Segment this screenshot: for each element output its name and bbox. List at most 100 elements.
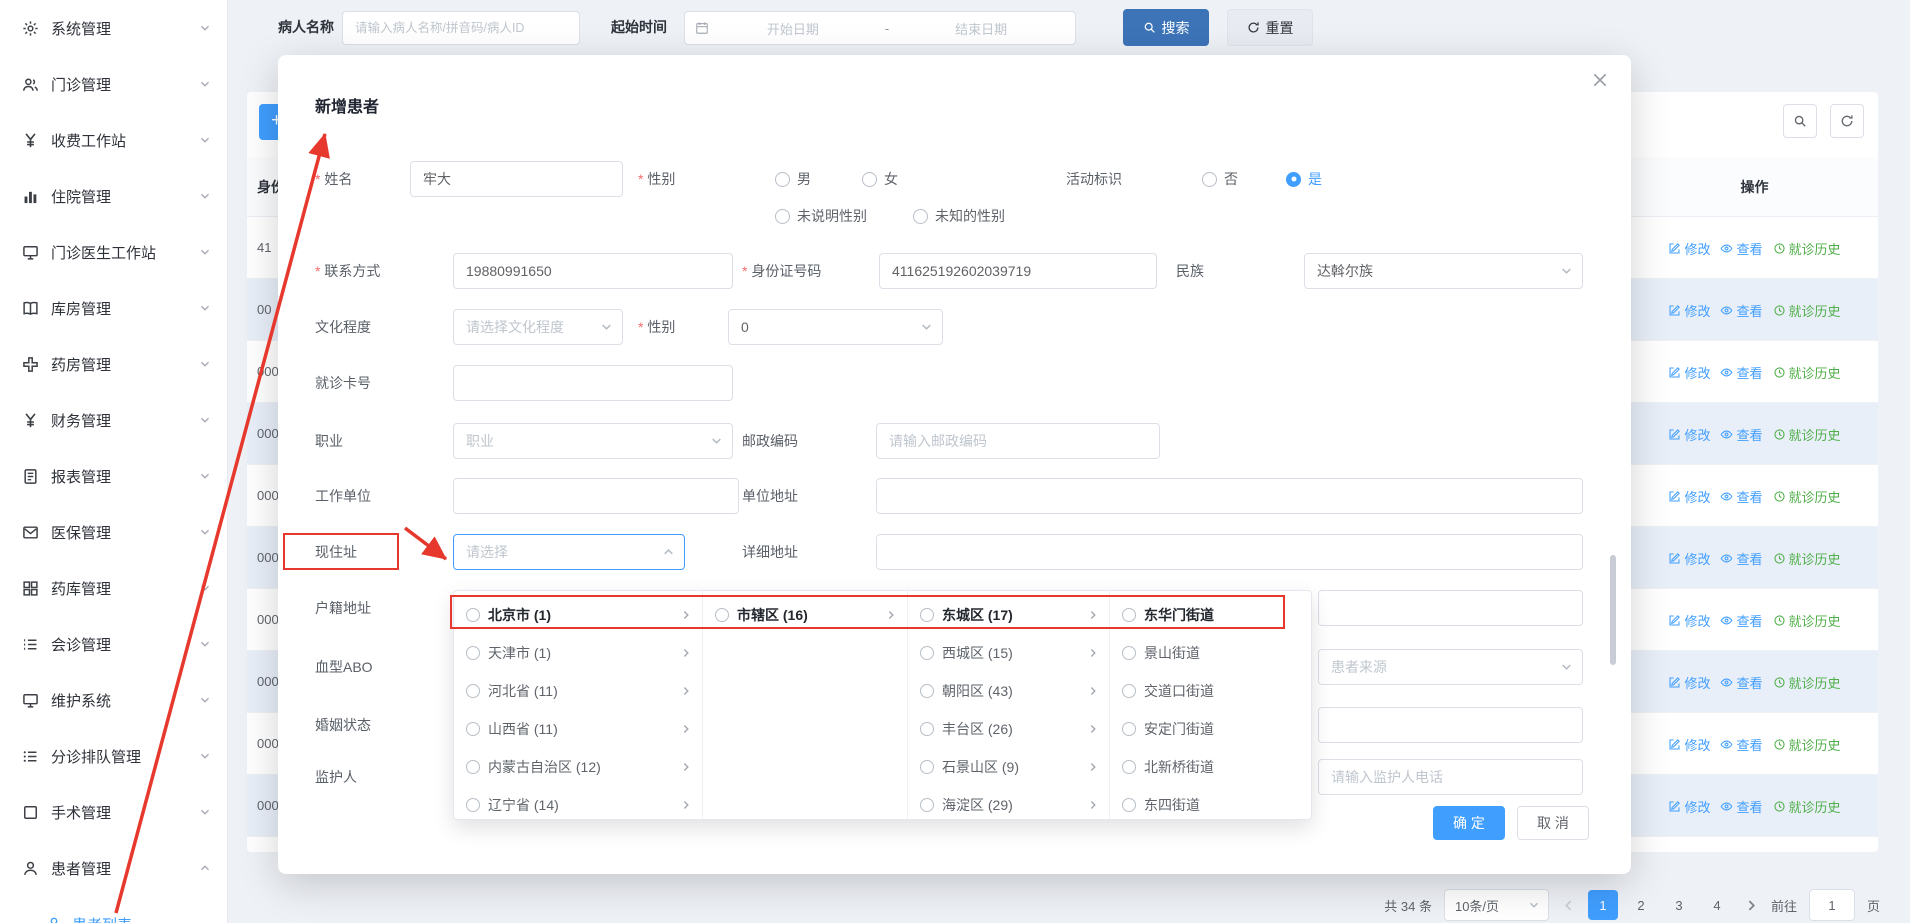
history-link[interactable]: 就诊历史 [1773, 735, 1841, 754]
cascader-option[interactable]: 辽宁省 (14) [454, 786, 702, 819]
goto-page-input[interactable] [1809, 889, 1855, 921]
search-button[interactable]: 搜索 [1123, 9, 1209, 46]
modal-scrollbar-thumb[interactable] [1610, 555, 1616, 665]
sidebar-item-9[interactable]: 报表管理 [0, 448, 227, 504]
name-input[interactable] [410, 161, 623, 197]
unit-address-input[interactable] [876, 478, 1583, 514]
confirm-button[interactable]: 确 定 [1433, 806, 1505, 840]
sidebar-item-10[interactable]: 医保管理 [0, 504, 227, 560]
edit-link[interactable]: 修改 [1668, 301, 1710, 320]
table-search-tool-button[interactable] [1783, 104, 1817, 138]
household-address-input[interactable] [1318, 590, 1583, 626]
active-flag-radio-no[interactable]: 否 [1202, 161, 1238, 197]
view-link[interactable]: 查看 [1720, 735, 1762, 754]
cascader-option[interactable]: 市辖区 (16) [703, 596, 907, 634]
history-link[interactable]: 就诊历史 [1773, 611, 1841, 630]
postal-code-input[interactable] [876, 423, 1160, 459]
radio-icon[interactable] [1122, 608, 1136, 622]
sidebar-item-3[interactable]: 收费工作站 [0, 112, 227, 168]
edit-link[interactable]: 修改 [1668, 611, 1710, 630]
edit-link[interactable]: 修改 [1668, 239, 1710, 258]
patient-source-select[interactable]: 患者来源 [1318, 649, 1583, 685]
sidebar-item-8[interactable]: 财务管理 [0, 392, 227, 448]
education-select[interactable]: 请选择文化程度 [453, 309, 623, 345]
radio-icon[interactable] [466, 760, 480, 774]
radio-icon[interactable] [920, 646, 934, 660]
radio-icon[interactable] [920, 798, 934, 812]
marital-status-input[interactable] [1318, 707, 1583, 743]
cascader-option[interactable]: 石景山区 (9) [908, 748, 1109, 786]
cascader-option[interactable]: 内蒙古自治区 (12) [454, 748, 702, 786]
detail-address-input[interactable] [876, 534, 1583, 570]
radio-icon[interactable] [920, 684, 934, 698]
ethnicity-select[interactable]: 达斡尔族 [1304, 253, 1583, 289]
active-flag-radio-yes[interactable]: 是 [1286, 161, 1322, 197]
view-link[interactable]: 查看 [1720, 425, 1762, 444]
page-button-1[interactable]: 1 [1588, 890, 1618, 920]
sidebar-item-4[interactable]: 住院管理 [0, 168, 227, 224]
cascader-option[interactable]: 海淀区 (29) [908, 786, 1109, 819]
sidebar-item-16[interactable]: 患者管理 [0, 840, 227, 896]
gender-radio-unspecified[interactable]: 未说明性别 [775, 198, 867, 234]
gender-code-select[interactable]: 0 [728, 309, 943, 345]
edit-link[interactable]: 修改 [1668, 425, 1710, 444]
history-link[interactable]: 就诊历史 [1773, 239, 1841, 258]
edit-link[interactable]: 修改 [1668, 735, 1710, 754]
gender-radio-unknown[interactable]: 未知的性别 [913, 198, 1005, 234]
cascader-option[interactable]: 西城区 (15) [908, 634, 1109, 672]
cascader-option[interactable]: 天津市 (1) [454, 634, 702, 672]
history-link[interactable]: 就诊历史 [1773, 797, 1841, 816]
cascader-option[interactable]: 河北省 (11) [454, 672, 702, 710]
cascader-option[interactable]: 东城区 (17) [908, 596, 1109, 634]
cascader-option[interactable]: 丰台区 (26) [908, 710, 1109, 748]
view-link[interactable]: 查看 [1720, 611, 1762, 630]
cascader-option[interactable]: 东四街道 [1110, 786, 1313, 819]
sidebar-item-5[interactable]: 门诊医生工作站 [0, 224, 227, 280]
view-link[interactable]: 查看 [1720, 797, 1762, 816]
sidebar-item-1[interactable]: 系统管理 [0, 0, 227, 56]
visit-card-input[interactable] [453, 365, 733, 401]
radio-icon[interactable] [920, 722, 934, 736]
radio-icon[interactable] [1122, 684, 1136, 698]
sidebar-item-11[interactable]: 药库管理 [0, 560, 227, 616]
view-link[interactable]: 查看 [1720, 487, 1762, 506]
page-button-4[interactable]: 4 [1702, 890, 1732, 920]
cascader-option[interactable]: 北新桥街道 [1110, 748, 1313, 786]
date-range-picker[interactable]: 开始日期 - 结束日期 [684, 11, 1076, 45]
radio-icon[interactable] [466, 646, 480, 660]
cascader-option[interactable]: 山西省 (11) [454, 710, 702, 748]
view-link[interactable]: 查看 [1720, 549, 1762, 568]
radio-icon[interactable] [466, 798, 480, 812]
radio-icon[interactable] [466, 608, 480, 622]
edit-link[interactable]: 修改 [1668, 673, 1710, 692]
edit-link[interactable]: 修改 [1668, 797, 1710, 816]
radio-icon[interactable] [920, 760, 934, 774]
close-icon[interactable] [1591, 71, 1609, 89]
radio-icon[interactable] [715, 608, 729, 622]
patient-name-input[interactable] [342, 11, 580, 45]
cascader-option[interactable]: 朝阳区 (43) [908, 672, 1109, 710]
guardian-phone-input[interactable] [1318, 759, 1583, 795]
id-number-input[interactable] [879, 253, 1157, 289]
gender-radio-male[interactable]: 男 [775, 161, 811, 197]
edit-link[interactable]: 修改 [1668, 363, 1710, 382]
cascader-option[interactable]: 景山街道 [1110, 634, 1313, 672]
cancel-button[interactable]: 取 消 [1517, 806, 1589, 840]
contact-input[interactable] [453, 253, 733, 289]
cascader-option[interactable]: 北京市 (1) [454, 596, 702, 634]
work-unit-input[interactable] [453, 478, 739, 514]
history-link[interactable]: 就诊历史 [1773, 673, 1841, 692]
gender-radio-female[interactable]: 女 [862, 161, 898, 197]
radio-icon[interactable] [1122, 722, 1136, 736]
edit-link[interactable]: 修改 [1668, 549, 1710, 568]
page-button-2[interactable]: 2 [1626, 890, 1656, 920]
history-link[interactable]: 就诊历史 [1773, 487, 1841, 506]
page-size-select[interactable]: 10条/页 [1444, 889, 1549, 921]
table-refresh-tool-button[interactable] [1830, 104, 1864, 138]
radio-icon[interactable] [1122, 798, 1136, 812]
edit-link[interactable]: 修改 [1668, 487, 1710, 506]
chevron-right-icon[interactable] [1744, 898, 1759, 913]
sidebar-item-patient-list[interactable]: 患者列表 [0, 896, 227, 923]
view-link[interactable]: 查看 [1720, 673, 1762, 692]
cascader-option[interactable]: 交道口街道 [1110, 672, 1313, 710]
